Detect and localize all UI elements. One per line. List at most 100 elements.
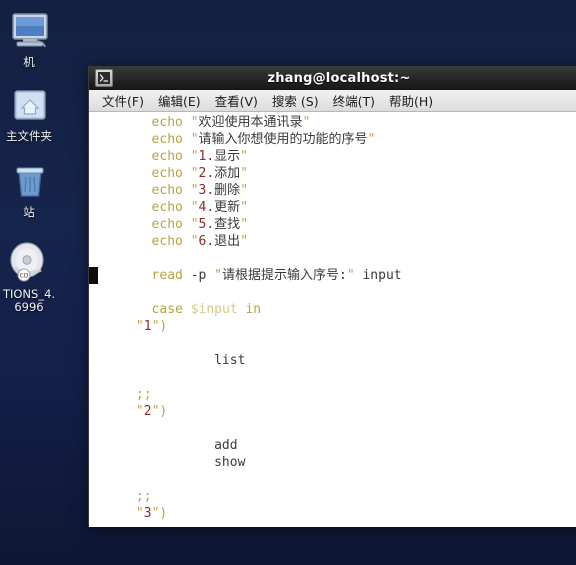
code-token: 2 — [143, 404, 152, 419]
code-token: " — [190, 234, 199, 249]
desktop-background: 机 主文件夹 站 CD TIONS_4. 6996 zhang@localhos… — [0, 0, 576, 565]
code-token: add — [214, 438, 238, 453]
code-line: ;; — [89, 488, 402, 505]
menu-terminal[interactable]: 终端(T) — [326, 90, 382, 111]
code-line: echo "5.查找" — [89, 216, 402, 233]
trash-bin-icon — [7, 162, 51, 206]
code-line: "2") — [89, 403, 402, 420]
code-token: 2. — [198, 166, 215, 181]
code-line: read -p "请根据提示输入序号:" input — [89, 267, 402, 284]
code-token: 请输入你想使用的功能的序号 — [198, 132, 368, 147]
code-token: 4. — [198, 200, 215, 215]
terminal-code-area: echo "欢迎使用本通讯录" echo "请输入你想使用的功能的序号" echo … — [89, 114, 402, 527]
code-token: echo — [151, 183, 183, 198]
code-line: show — [89, 454, 402, 471]
desktop-icon-cd-drive[interactable]: CD TIONS_4. 6996 — [0, 238, 58, 314]
code-token: " — [240, 217, 249, 232]
terminal-titlebar[interactable]: zhang@localhost:~ — [89, 66, 576, 90]
menu-help[interactable]: 帮助(H) — [382, 90, 440, 111]
code-line: add — [89, 437, 402, 454]
desktop-icon-home-folder-label: 主文件夹 — [6, 129, 52, 143]
code-line: echo "欢迎使用本通讯录" — [89, 114, 402, 131]
code-token: $input — [190, 302, 238, 317]
menu-search[interactable]: 搜索 (S) — [265, 90, 326, 111]
menu-view[interactable]: 查看(V) — [208, 90, 265, 111]
code-token: 退出 — [214, 234, 241, 249]
code-token: " — [240, 183, 249, 198]
code-token: echo — [151, 132, 183, 147]
code-token: " — [367, 132, 376, 147]
code-token: 删除 — [214, 183, 241, 198]
code-token: input — [354, 268, 402, 283]
code-line: echo "请输入你想使用的功能的序号" — [89, 131, 402, 148]
desktop-icon-computer-label: 机 — [23, 55, 35, 69]
cd-disc-icon: CD — [7, 238, 51, 288]
code-token: 3. — [198, 183, 215, 198]
code-token: 3 — [143, 506, 152, 521]
code-token: " — [190, 132, 199, 147]
code-token: " — [240, 166, 249, 181]
code-token: echo — [151, 234, 183, 249]
code-token: ;; — [135, 387, 152, 402]
code-token: ;; — [135, 489, 152, 504]
code-token: echo — [151, 166, 183, 181]
code-line: list — [89, 352, 402, 369]
desktop-icon-trash[interactable]: 站 — [0, 162, 58, 219]
code-token: ) — [159, 319, 168, 334]
code-token: read — [151, 268, 183, 283]
menu-file[interactable]: 文件(F) — [95, 90, 151, 111]
code-token: " — [302, 115, 311, 130]
code-token: in — [245, 302, 262, 317]
terminal-window[interactable]: zhang@localhost:~ 文件(F) 编辑(E) 查看(V) 搜索 (… — [88, 66, 576, 527]
code-token: ) — [159, 506, 168, 521]
terminal-menubar[interactable]: 文件(F) 编辑(E) 查看(V) 搜索 (S) 终端(T) 帮助(H) — [89, 90, 576, 112]
code-token: 更新 — [214, 200, 241, 215]
code-token: " — [214, 268, 222, 283]
code-token: 请根据提示输入序号: — [222, 268, 347, 283]
code-token: " — [135, 404, 144, 419]
desktop-icon-home-folder[interactable]: 主文件夹 — [0, 86, 58, 143]
code-token: case — [151, 302, 183, 317]
code-token: 5. — [198, 217, 215, 232]
code-token: echo — [151, 115, 183, 130]
code-token: 欢迎使用本通讯录 — [198, 115, 303, 130]
code-token: " — [240, 234, 249, 249]
code-line: echo "1.显示" — [89, 148, 402, 165]
terminal-prompt-icon — [95, 69, 113, 87]
code-token: echo — [151, 200, 183, 215]
terminal-title-text: zhang@localhost:~ — [267, 70, 411, 86]
computer-monitor-icon — [7, 8, 51, 56]
code-line: echo "3.删除" — [89, 182, 402, 199]
code-token: echo — [151, 149, 183, 164]
code-line: echo "4.更新" — [89, 199, 402, 216]
menu-edit[interactable]: 编辑(E) — [151, 90, 208, 111]
code-token: " — [135, 319, 144, 334]
desktop-icon-cd-label-second: 6996 — [14, 300, 44, 314]
terminal-screen[interactable]: echo "欢迎使用本通讯录" echo "请输入你想使用的功能的序号" echo … — [89, 112, 576, 527]
code-token: -p — [190, 268, 207, 283]
code-token: 查找 — [214, 217, 241, 232]
code-token: list — [214, 353, 246, 368]
code-token: show — [214, 455, 246, 470]
code-token: " — [190, 166, 199, 181]
code-line: "3") — [89, 505, 402, 522]
desktop-icon-computer[interactable]: 机 — [0, 8, 58, 69]
code-token: " — [190, 217, 199, 232]
desktop-icon-trash-label: 站 — [23, 205, 35, 219]
code-line: "1") — [89, 318, 402, 335]
